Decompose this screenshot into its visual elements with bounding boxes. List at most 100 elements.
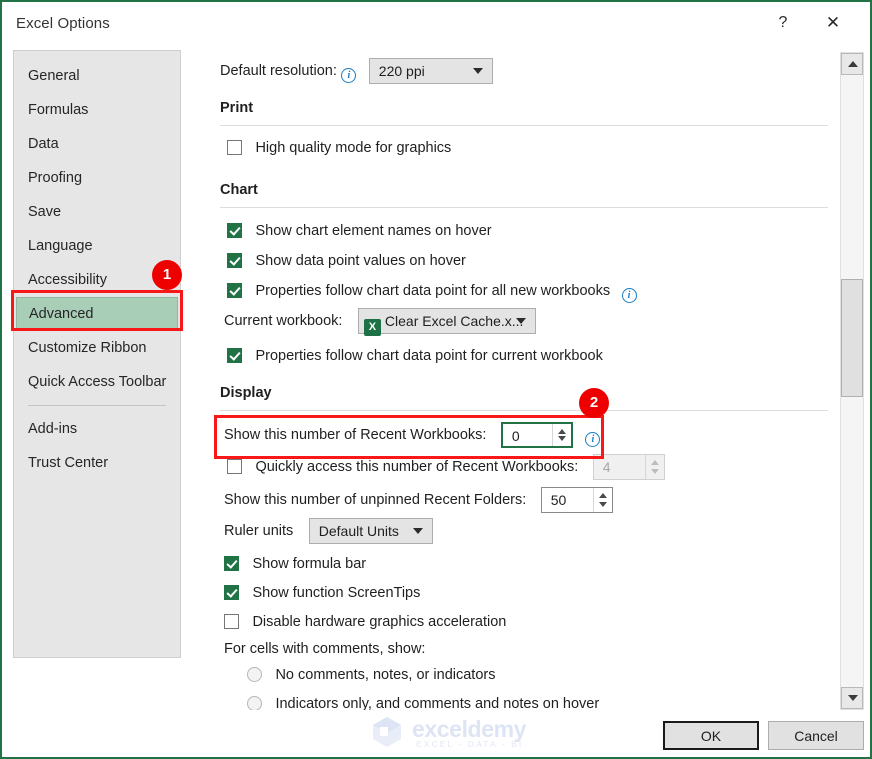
comments-option-none-radio[interactable] — [247, 667, 262, 682]
show-formula-bar-label: Show formula bar — [252, 556, 367, 572]
title-bar: Excel Options ? ✕ — [2, 2, 870, 46]
sidebar-item-label: Accessibility — [28, 272, 107, 288]
watermark-name: exceldemy — [412, 716, 527, 742]
content-scrollbar[interactable] — [840, 52, 864, 710]
spinner-up-icon[interactable] — [598, 493, 607, 498]
props-current-workbook-label: Properties follow chart data point for c… — [255, 348, 603, 364]
sidebar-item-label: Language — [28, 238, 93, 254]
ruler-units-dropdown[interactable]: Default Units — [308, 518, 433, 544]
excel-options-dialog: Excel Options ? ✕ General Formulas Data … — [0, 0, 872, 759]
sidebar-item-label: Data — [28, 136, 59, 152]
disable-hardware-acceleration-row: Disable hardware graphics acceleration — [224, 613, 506, 631]
current-workbook-dropdown[interactable]: X Clear Excel Cache.x... — [357, 308, 536, 336]
unpinned-recent-folders-row: Show this number of unpinned Recent Fold… — [224, 487, 613, 513]
chevron-down-icon — [472, 68, 483, 74]
comments-option-none-row: No comments, notes, or indicators — [247, 666, 495, 684]
sidebar-item-label: Formulas — [28, 102, 89, 118]
quick-access-recent-workbooks-spinner: 4 — [592, 454, 665, 480]
scroll-up-icon[interactable] — [841, 53, 863, 75]
close-icon[interactable]: ✕ — [810, 2, 856, 44]
recent-workbooks-spinner[interactable]: 0 — [500, 422, 573, 448]
ruler-units-value: Default Units — [318, 523, 399, 539]
scrollbar-thumb[interactable] — [841, 279, 863, 397]
comments-option-indicators-label: Indicators only, and comments and notes … — [275, 696, 600, 710]
info-icon[interactable]: i — [341, 68, 357, 84]
comments-option-indicators-radio[interactable] — [247, 696, 262, 710]
props-all-new-workbooks-checkbox[interactable] — [227, 283, 242, 298]
sidebar-item-formulas[interactable]: Formulas — [14, 93, 180, 127]
high-quality-graphics-label: High quality mode for graphics — [255, 140, 452, 156]
exceldemy-logo-icon — [373, 717, 401, 747]
print-section-rule — [220, 125, 828, 126]
sidebar-item-add-ins[interactable]: Add-ins — [14, 412, 180, 446]
show-data-point-values-checkbox[interactable] — [227, 253, 242, 268]
unpinned-recent-folders-label: Show this number of unpinned Recent Fold… — [224, 492, 527, 509]
sidebar-item-label: General — [28, 68, 80, 84]
default-resolution-dropdown[interactable]: 220 ppi — [368, 58, 493, 84]
spinner-buttons[interactable] — [551, 424, 571, 446]
watermark-tagline: EXCEL - DATA - BI — [416, 739, 524, 749]
spinner-down-icon — [650, 469, 659, 474]
ok-button[interactable]: OK — [663, 721, 759, 750]
sidebar-item-trust-center[interactable]: Trust Center — [14, 446, 180, 480]
spinner-down-icon[interactable] — [557, 436, 566, 441]
disable-hardware-acceleration-checkbox[interactable] — [224, 614, 239, 629]
chevron-down-icon — [412, 528, 423, 534]
show-chart-element-names-checkbox[interactable] — [227, 223, 242, 238]
chart-section-rule — [220, 207, 828, 208]
props-current-workbook-checkbox[interactable] — [227, 348, 242, 363]
sidebar-item-advanced[interactable]: Advanced — [16, 297, 178, 331]
chevron-down-icon — [515, 318, 526, 324]
show-function-screentips-row: Show function ScreenTips — [224, 584, 420, 602]
spinner-up-icon[interactable] — [557, 429, 566, 434]
sidebar-item-accessibility[interactable]: Accessibility — [14, 263, 180, 297]
show-data-point-values-label: Show data point values on hover — [255, 253, 466, 269]
high-quality-graphics-checkbox[interactable] — [227, 140, 242, 155]
default-resolution-row: Default resolution: i 220 ppi — [220, 58, 493, 84]
quick-access-recent-workbooks-checkbox[interactable] — [227, 459, 242, 475]
props-all-new-workbooks-label: Properties follow chart data point for a… — [255, 283, 611, 299]
chart-section-heading: Chart — [220, 182, 258, 198]
ruler-units-row: Ruler units Default Units — [224, 518, 433, 544]
sidebar-item-data[interactable]: Data — [14, 127, 180, 161]
ruler-units-label: Ruler units — [224, 523, 294, 540]
props-all-new-workbooks-row: Properties follow chart data point for a… — [227, 282, 637, 303]
sidebar-item-proofing[interactable]: Proofing — [14, 161, 180, 195]
sidebar-item-quick-access-toolbar[interactable]: Quick Access Toolbar — [14, 365, 180, 399]
show-function-screentips-checkbox[interactable] — [224, 585, 239, 600]
scroll-down-icon[interactable] — [841, 687, 863, 709]
spinner-down-icon[interactable] — [598, 502, 607, 507]
help-icon[interactable]: ? — [760, 2, 806, 44]
info-icon[interactable]: i — [621, 288, 637, 303]
show-function-screentips-label: Show function ScreenTips — [252, 585, 421, 601]
spinner-up-icon — [650, 460, 659, 465]
spinner-buttons[interactable] — [592, 488, 612, 512]
sidebar-item-label: Proofing — [28, 170, 83, 186]
display-section-rule — [220, 410, 828, 411]
cancel-button[interactable]: Cancel — [768, 721, 864, 750]
show-formula-bar-row: Show formula bar — [224, 555, 366, 573]
sidebar-item-save[interactable]: Save — [14, 195, 180, 229]
quick-access-recent-workbooks-label: Quickly access this number of Recent Wor… — [255, 459, 579, 476]
excel-file-icon: X — [363, 319, 381, 336]
exceldemy-watermark: exceldemy EXCEL - DATA - BI — [370, 712, 550, 752]
spinner-buttons — [644, 455, 664, 479]
print-section-heading: Print — [220, 100, 254, 116]
sidebar-item-label: Customize Ribbon — [28, 340, 147, 356]
display-section-heading: Display — [220, 385, 272, 401]
sidebar-item-customize-ribbon[interactable]: Customize Ribbon — [14, 331, 180, 365]
show-formula-bar-checkbox[interactable] — [224, 556, 239, 571]
unpinned-recent-folders-spinner[interactable]: 50 — [540, 487, 613, 513]
quick-access-recent-workbooks-row: Quickly access this number of Recent Wor… — [227, 454, 665, 480]
comments-group-label: For cells with comments, show: — [224, 641, 426, 657]
sidebar-item-label: Advanced — [29, 306, 94, 322]
options-sidebar: General Formulas Data Proofing Save Lang… — [13, 50, 181, 658]
recent-workbooks-row: Show this number of Recent Workbooks: 0 … — [224, 422, 601, 448]
sidebar-item-label: Add-ins — [28, 421, 78, 437]
info-icon[interactable]: i — [585, 432, 601, 448]
sidebar-item-language[interactable]: Language — [14, 229, 180, 263]
sidebar-item-general[interactable]: General — [14, 59, 180, 93]
show-data-point-values-row: Show data point values on hover — [227, 252, 466, 270]
current-workbook-label: Current workbook: — [224, 313, 343, 330]
sidebar-item-label: Quick Access Toolbar — [28, 374, 167, 390]
